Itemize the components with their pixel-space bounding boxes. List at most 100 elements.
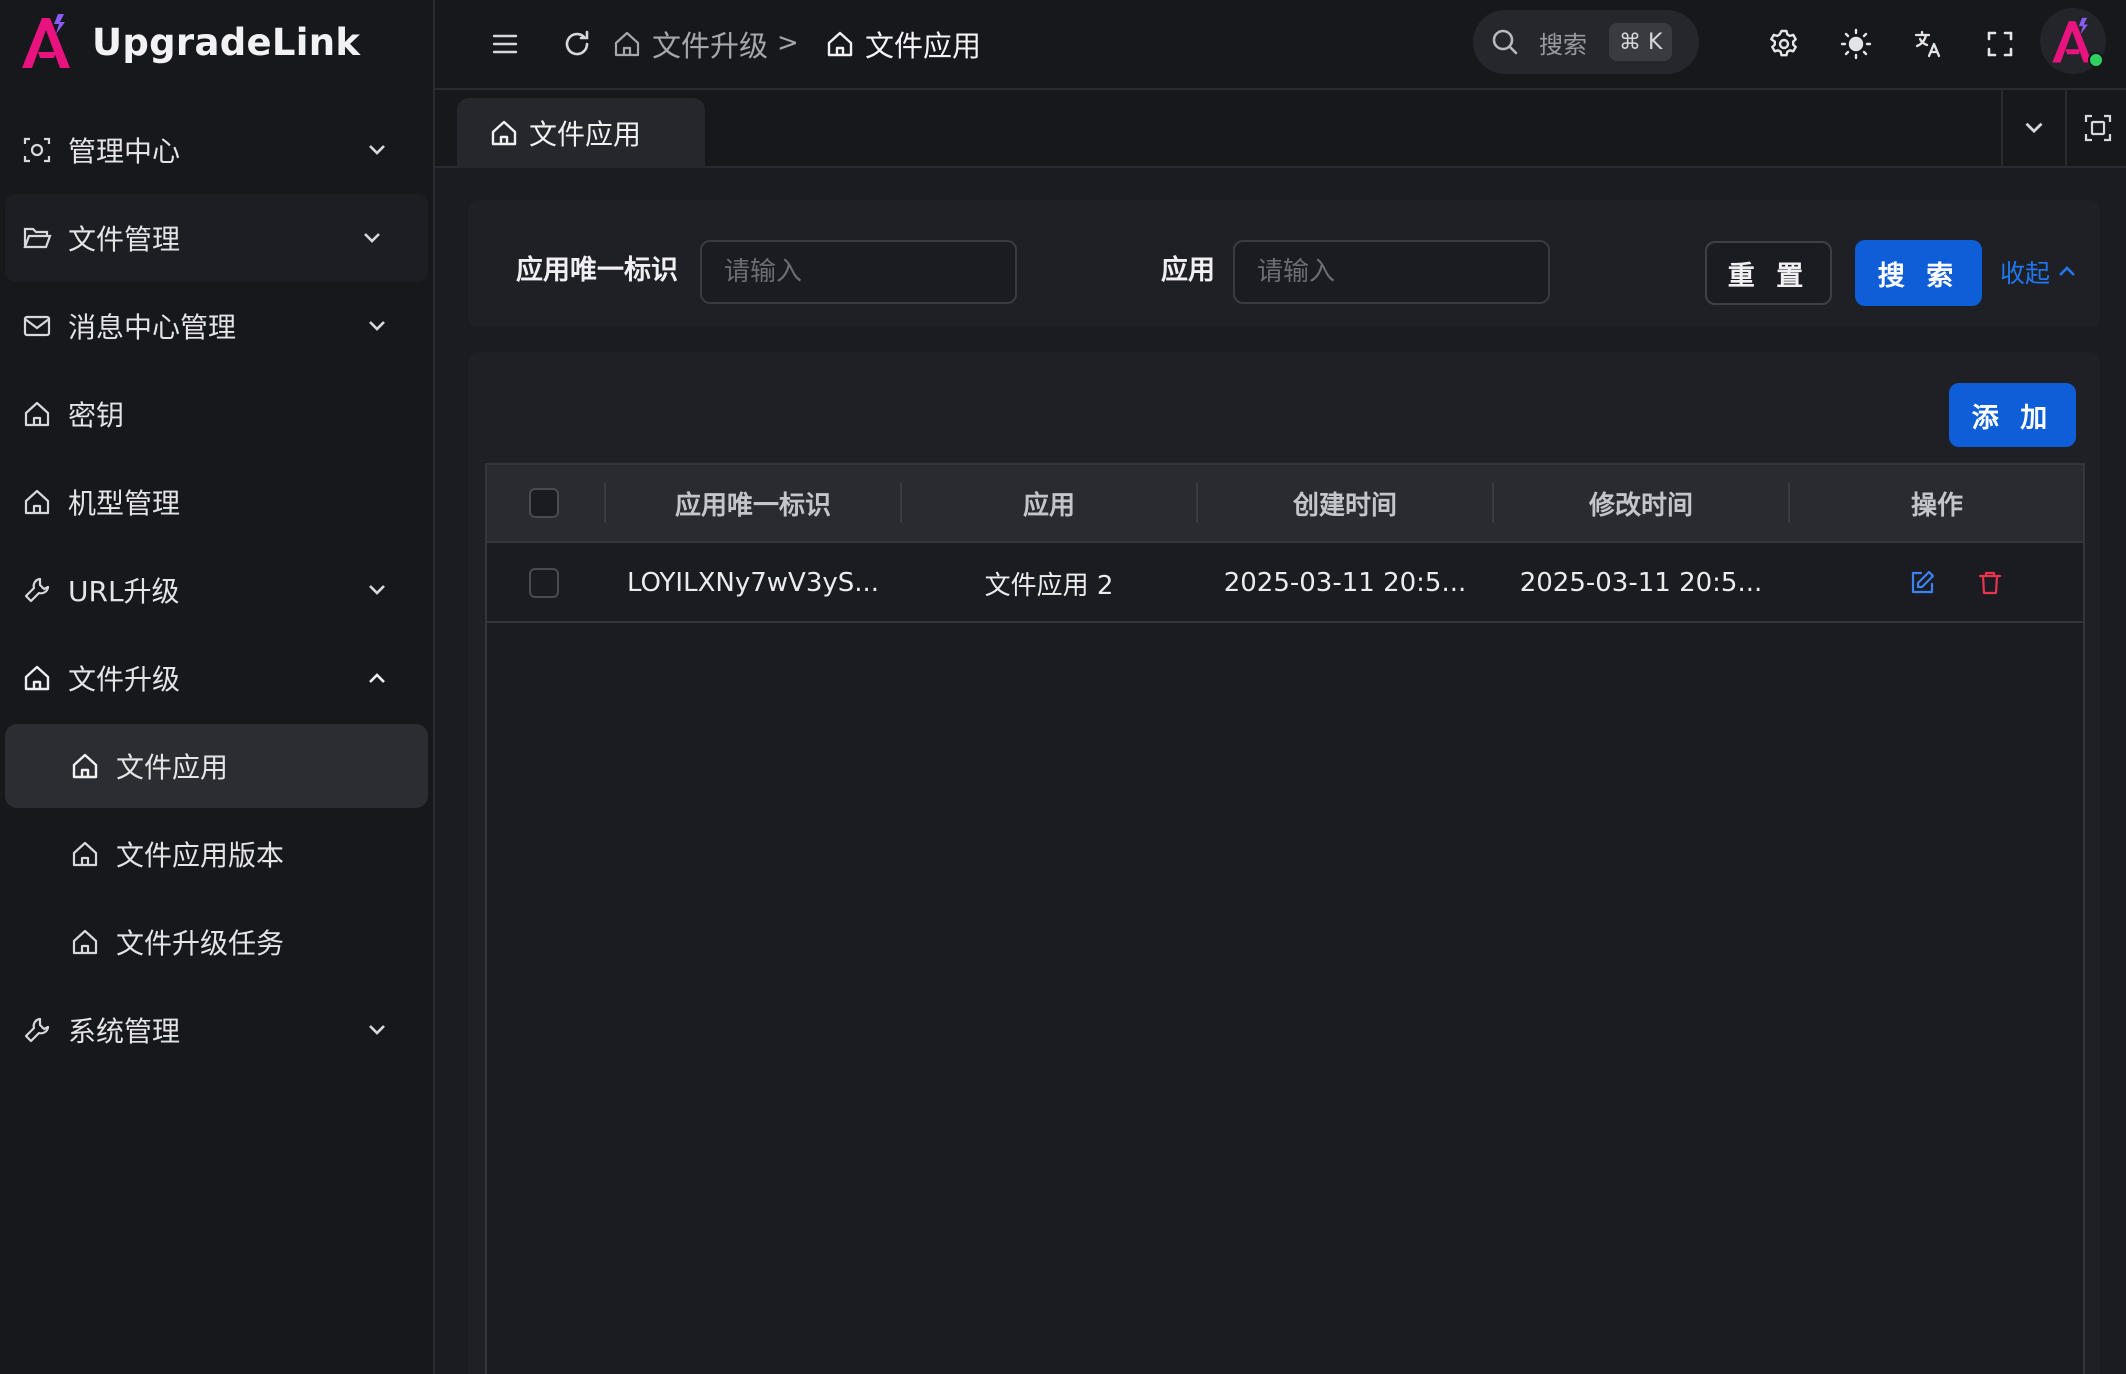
- table-panel: 添 加 应用唯一标识 应用 创建时间 修改时间 操作 LOYILXNy7wV3y…: [468, 352, 2100, 1374]
- global-search-button[interactable]: 搜索 ⌘ K: [1473, 10, 1699, 74]
- chevron-up-icon: [2059, 266, 2075, 276]
- sidebar: UpgradeLink 管理中心 文件管理 消息中心管理 密钥 机型管理 URL…: [0, 0, 435, 1374]
- user-avatar[interactable]: [2040, 8, 2106, 74]
- sidebar-item-management-center[interactable]: 管理中心: [0, 106, 433, 194]
- language-button[interactable]: [1906, 22, 1950, 66]
- menu-toggle-button[interactable]: [483, 22, 527, 66]
- sidebar-item-model-management[interactable]: 机型管理: [0, 458, 433, 546]
- sidebar-item-label: 文件升级: [68, 663, 181, 696]
- collapse-label: 收起: [2000, 259, 2051, 288]
- sidebar-subitem-file-upgrade-task[interactable]: 文件升级任务: [0, 898, 433, 986]
- wrench-icon: [20, 573, 54, 607]
- app-name-input[interactable]: [1233, 240, 1550, 304]
- chevron-up-icon: [369, 673, 385, 683]
- sidebar-subitem-file-app-version[interactable]: 文件应用版本: [0, 810, 433, 898]
- sidebar-item-label: 机型管理: [68, 487, 181, 520]
- column-header-app-key[interactable]: 应用唯一标识: [606, 465, 900, 541]
- column-header-actions: 操作: [1910, 490, 1963, 521]
- sidebar-item-url-upgrade[interactable]: URL升级: [0, 546, 433, 634]
- gear-icon: [1770, 29, 1797, 57]
- sidebar-item-label: 消息中心管理: [68, 311, 237, 344]
- column-header-modified[interactable]: 修改时间: [1494, 465, 1788, 541]
- chevron-down-icon: [369, 145, 385, 155]
- translate-icon: [1914, 30, 1941, 58]
- sidebar-item-message-center[interactable]: 消息中心管理: [0, 282, 433, 370]
- search-button[interactable]: 搜 索: [1855, 240, 1982, 306]
- tab-label: 文件应用: [529, 118, 642, 151]
- reset-button[interactable]: 重 置: [1705, 241, 1832, 305]
- dashboard-icon: [20, 133, 54, 167]
- tab-dropdown-button[interactable]: [2001, 90, 2065, 166]
- chevron-down-icon: [369, 585, 385, 595]
- breadcrumb-separator: >: [777, 28, 799, 58]
- mail-icon: [20, 309, 54, 343]
- select-all-checkbox[interactable]: [529, 488, 559, 518]
- search-shortcut-badge: ⌘ K: [1609, 23, 1673, 61]
- sidebar-item-label: 文件管理: [68, 223, 181, 256]
- sidebar-item-file-management[interactable]: 文件管理: [5, 194, 428, 282]
- column-header-created[interactable]: 创建时间: [1198, 465, 1492, 541]
- column-header-app[interactable]: 应用: [902, 465, 1196, 541]
- home-icon: [491, 120, 517, 146]
- online-status-dot: [2088, 52, 2104, 68]
- settings-button[interactable]: [1762, 22, 1806, 66]
- sidebar-item-file-upgrade[interactable]: 文件升级: [0, 634, 433, 722]
- cell-modified: 2025-03-11 20:5...: [1519, 568, 1763, 598]
- search-icon: [1492, 29, 1518, 55]
- breadcrumb-label: 文件应用: [865, 29, 982, 63]
- chevron-down-icon: [369, 1025, 385, 1035]
- fullscreen-button[interactable]: [1978, 22, 2022, 66]
- sidebar-item-label: 系统管理: [68, 1015, 181, 1048]
- theme-toggle-button[interactable]: [1834, 22, 1878, 66]
- app-key-label: 应用唯一标识: [516, 255, 678, 286]
- sidebar-item-label: URL升级: [68, 575, 180, 608]
- chevron-down-icon: [2025, 122, 2043, 134]
- sun-icon: [1840, 28, 1872, 60]
- sidebar-item-label: 管理中心: [68, 135, 181, 168]
- fullscreen-icon: [1987, 31, 2013, 57]
- sidebar-item-label: 文件应用: [116, 751, 229, 784]
- add-button[interactable]: 添 加: [1949, 383, 2076, 447]
- home-icon: [20, 397, 54, 431]
- home-icon: [614, 31, 640, 57]
- app-key-input[interactable]: [700, 240, 1017, 304]
- collapse-filter-link[interactable]: 收起: [2000, 254, 2078, 290]
- sidebar-item-secret-key[interactable]: 密钥: [0, 370, 433, 458]
- search-label: 搜索: [1539, 30, 1587, 59]
- sidebar-menu: 管理中心 文件管理 消息中心管理 密钥 机型管理 URL升级 文件升级 文件应用…: [0, 106, 433, 1074]
- breadcrumb-item-file-upgrade[interactable]: 文件升级: [612, 20, 768, 68]
- tab-file-app[interactable]: 文件应用: [457, 98, 705, 168]
- top-header: 文件升级 > 文件应用 搜索 ⌘ K: [435, 0, 2126, 90]
- edit-icon[interactable]: [1908, 569, 1936, 597]
- sidebar-item-system-management[interactable]: 系统管理: [0, 986, 433, 1074]
- table-row: LOYILXNy7wV3yS... 文件应用 2 2025-03-11 20:5…: [487, 543, 2083, 623]
- table-header: 应用唯一标识 应用 创建时间 修改时间 操作: [487, 465, 2083, 543]
- refresh-button[interactable]: [555, 22, 599, 66]
- home-icon: [68, 925, 102, 959]
- home-icon: [68, 749, 102, 783]
- wrench-icon: [20, 1013, 54, 1047]
- sidebar-item-label: 密钥: [68, 399, 125, 432]
- tab-maximize-button[interactable]: [2065, 90, 2126, 166]
- chevron-down-icon: [369, 321, 385, 331]
- row-checkbox[interactable]: [529, 568, 559, 598]
- app-logo[interactable]: UpgradeLink: [18, 10, 360, 74]
- data-table: 应用唯一标识 应用 创建时间 修改时间 操作 LOYILXNy7wV3yS...…: [485, 463, 2085, 1374]
- cell-app: 文件应用 2: [984, 570, 1114, 601]
- sidebar-item-label: 文件应用版本: [116, 839, 285, 872]
- home-icon: [20, 485, 54, 519]
- home-icon: [827, 31, 853, 57]
- hamburger-icon: [492, 34, 518, 54]
- home-icon: [20, 661, 54, 695]
- app-name: UpgradeLink: [92, 20, 361, 64]
- maximize-icon: [2084, 114, 2112, 142]
- filter-form: 应用唯一标识 应用 重 置 搜 索 收起: [468, 200, 2100, 327]
- refresh-icon: [565, 30, 589, 56]
- sidebar-subitem-file-app[interactable]: 文件应用: [5, 724, 428, 808]
- breadcrumb-label: 文件升级: [652, 29, 769, 63]
- folder-icon: [20, 221, 54, 255]
- app-name-label: 应用: [1161, 255, 1215, 286]
- upgradelink-logo-icon: [22, 14, 70, 68]
- breadcrumb-item-file-app: 文件应用: [825, 20, 981, 68]
- delete-icon[interactable]: [1976, 569, 2004, 597]
